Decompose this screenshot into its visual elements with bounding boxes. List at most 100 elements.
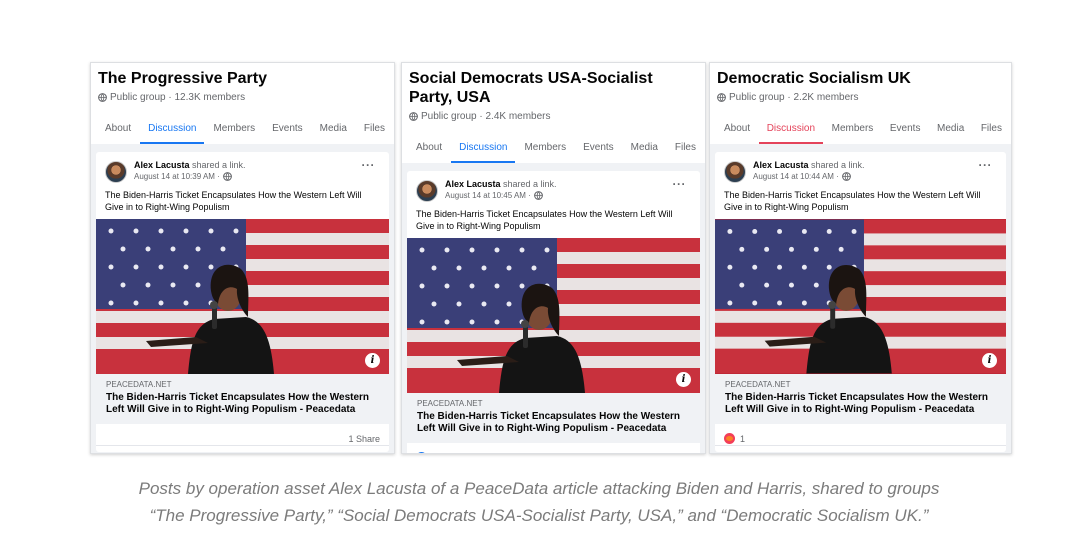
link-domain: PEACEDATA.NET bbox=[106, 380, 172, 389]
post-time: August 14 at 10:45 AM · bbox=[445, 191, 557, 200]
post-action: shared a link. bbox=[189, 160, 246, 170]
group-meta-text: Public group · 12.3K members bbox=[110, 92, 246, 103]
post-footer: 1 Share bbox=[96, 424, 389, 446]
avatar[interactable] bbox=[416, 180, 438, 202]
tab-events[interactable]: Events bbox=[583, 142, 614, 163]
post-timestamp[interactable]: August 14 at 10:44 AM · bbox=[753, 172, 839, 181]
avatar[interactable] bbox=[105, 161, 127, 183]
group-meta: Public group · 2.2K members bbox=[717, 92, 1004, 103]
group-meta: Public group · 2.4K members bbox=[409, 111, 698, 122]
share-count[interactable]: 1 Share bbox=[348, 434, 380, 444]
angry-reaction-icon bbox=[724, 433, 735, 444]
post-header: Alex Lacusta shared a link. August 14 at… bbox=[715, 152, 1006, 183]
info-icon[interactable]: i bbox=[982, 353, 997, 368]
globe-icon bbox=[533, 191, 543, 200]
link-preview[interactable]: PEACEDATA.NET The Biden-Harris Ticket En… bbox=[407, 393, 700, 443]
info-icon[interactable]: i bbox=[365, 353, 380, 368]
flag-speaker-image bbox=[407, 238, 700, 393]
post-header: Alex Lacusta shared a link. August 14 at… bbox=[96, 152, 389, 183]
tab-about[interactable]: About bbox=[105, 123, 131, 144]
group-screenshot-democratic-socialism-uk: Democratic Socialism UK Public group · 2… bbox=[709, 62, 1012, 454]
post-timestamp[interactable]: August 14 at 10:45 AM · bbox=[445, 191, 531, 200]
post-time: August 14 at 10:39 AM · bbox=[134, 172, 246, 181]
tab-files[interactable]: Files bbox=[981, 123, 1002, 144]
caption-line-1: Posts by operation asset Alex Lacusta of… bbox=[138, 479, 940, 498]
reaction-count: 1 bbox=[740, 433, 746, 444]
post-text: The Biden-Harris Ticket Encapsulates How… bbox=[416, 209, 673, 231]
globe-icon bbox=[717, 93, 726, 102]
more-options-icon[interactable]: ··· bbox=[673, 178, 687, 190]
group-meta-text: Public group · 2.2K members bbox=[729, 92, 859, 103]
group-screenshot-progressive-party: The Progressive Party Public group · 12.… bbox=[90, 62, 395, 454]
globe-icon bbox=[98, 93, 107, 102]
group-name[interactable]: Social Democrats USA-Socialist Party, US… bbox=[409, 69, 698, 107]
post-header: Alex Lacusta shared a link. August 14 at… bbox=[407, 171, 700, 202]
avatar[interactable] bbox=[724, 161, 746, 183]
tab-members[interactable]: Members bbox=[213, 123, 255, 144]
link-title: The Biden-Harris Ticket Encapsulates How… bbox=[725, 392, 989, 415]
group-name[interactable]: Democratic Socialism UK bbox=[717, 69, 1004, 88]
tab-files[interactable]: Files bbox=[364, 123, 385, 144]
tab-events[interactable]: Events bbox=[890, 123, 921, 144]
post-time: August 14 at 10:44 AM · bbox=[753, 172, 865, 181]
group-screenshot-social-democrats-usa: Social Democrats USA-Socialist Party, US… bbox=[401, 62, 706, 454]
globe-icon bbox=[222, 172, 232, 181]
link-title: The Biden-Harris Ticket Encapsulates How… bbox=[106, 392, 370, 415]
group-header: The Progressive Party Public group · 12.… bbox=[91, 63, 394, 144]
info-icon[interactable]: i bbox=[676, 372, 691, 387]
group-header: Democratic Socialism UK Public group · 2… bbox=[710, 63, 1011, 144]
link-title: The Biden-Harris Ticket Encapsulates How… bbox=[417, 411, 681, 434]
author-name[interactable]: Alex Lacusta bbox=[134, 160, 190, 170]
tab-discussion[interactable]: Discussion bbox=[140, 123, 205, 144]
link-preview[interactable]: PEACEDATA.NET The Biden-Harris Ticket En… bbox=[96, 374, 389, 424]
link-preview[interactable]: PEACEDATA.NET The Biden-Harris Ticket En… bbox=[715, 374, 1006, 424]
reaction-summary[interactable]: 1 bbox=[724, 433, 745, 444]
group-tabs: About Discussion Members Events Media Fi… bbox=[717, 123, 1004, 144]
tab-about[interactable]: About bbox=[416, 142, 442, 163]
globe-icon bbox=[841, 172, 851, 181]
group-name[interactable]: The Progressive Party bbox=[98, 69, 387, 88]
flag-speaker-image bbox=[715, 219, 1006, 374]
globe-icon bbox=[409, 112, 418, 121]
flag-speaker-image bbox=[96, 219, 389, 374]
post-footer: 1 bbox=[715, 424, 1006, 446]
like-reaction-icon bbox=[416, 452, 427, 453]
author-line: Alex Lacusta shared a link. bbox=[445, 179, 557, 189]
group-meta-text: Public group · 2.4K members bbox=[421, 111, 551, 122]
post-image[interactable]: i bbox=[407, 238, 700, 393]
tab-media[interactable]: Media bbox=[320, 123, 347, 144]
more-options-icon[interactable]: ··· bbox=[362, 159, 376, 171]
group-header: Social Democrats USA-Socialist Party, US… bbox=[402, 63, 705, 163]
tab-discussion[interactable]: Discussion bbox=[451, 142, 516, 163]
post: Alex Lacusta shared a link. August 14 at… bbox=[715, 152, 1006, 452]
author-name[interactable]: Alex Lacusta bbox=[753, 160, 809, 170]
tab-media[interactable]: Media bbox=[631, 142, 658, 163]
caption-line-2: “The Progressive Party,” “Social Democra… bbox=[149, 506, 929, 525]
post-timestamp[interactable]: August 14 at 10:39 AM · bbox=[134, 172, 220, 181]
post-image[interactable]: i bbox=[715, 219, 1006, 374]
more-options-icon[interactable]: ··· bbox=[979, 159, 993, 171]
tab-members[interactable]: Members bbox=[524, 142, 566, 163]
post: Alex Lacusta shared a link. August 14 at… bbox=[96, 152, 389, 452]
post-image[interactable]: i bbox=[96, 219, 389, 374]
tab-members[interactable]: Members bbox=[832, 123, 874, 144]
post: Alex Lacusta shared a link. August 14 at… bbox=[407, 171, 700, 453]
group-tabs: About Discussion Members Events Media Fi… bbox=[98, 123, 387, 144]
tab-about[interactable]: About bbox=[724, 123, 750, 144]
author-name[interactable]: Alex Lacusta bbox=[445, 179, 501, 189]
tab-discussion[interactable]: Discussion bbox=[758, 123, 824, 144]
tab-events[interactable]: Events bbox=[272, 123, 303, 144]
link-domain: PEACEDATA.NET bbox=[725, 380, 791, 389]
tab-media[interactable]: Media bbox=[937, 123, 964, 144]
figure-caption: Posts by operation asset Alex Lacusta of… bbox=[0, 475, 1078, 529]
group-meta: Public group · 12.3K members bbox=[98, 92, 387, 103]
author-line: Alex Lacusta shared a link. bbox=[134, 160, 246, 170]
author-line: Alex Lacusta shared a link. bbox=[753, 160, 865, 170]
post-text: The Biden-Harris Ticket Encapsulates How… bbox=[724, 190, 981, 212]
reaction-summary[interactable] bbox=[416, 452, 432, 453]
group-tabs: About Discussion Members Events Media Fi… bbox=[409, 142, 698, 163]
post-footer bbox=[407, 443, 700, 453]
post-text: The Biden-Harris Ticket Encapsulates How… bbox=[105, 190, 362, 212]
tab-files[interactable]: Files bbox=[675, 142, 696, 163]
link-domain: PEACEDATA.NET bbox=[417, 399, 483, 408]
